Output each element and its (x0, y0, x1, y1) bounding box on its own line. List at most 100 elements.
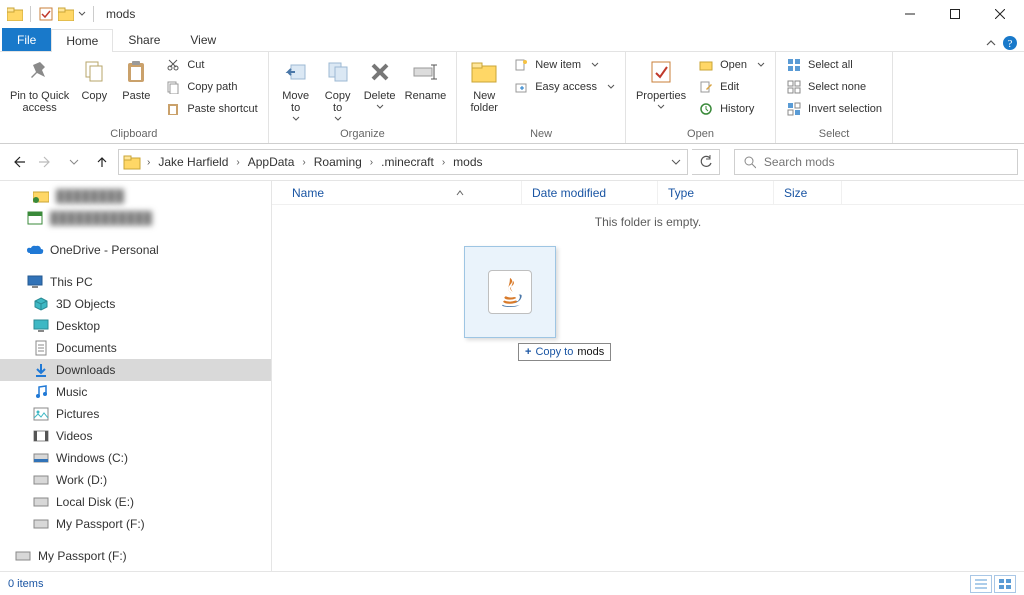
tree-item-onedrive[interactable]: OneDrive - Personal (0, 239, 271, 261)
chevron-right-icon[interactable]: › (438, 157, 449, 168)
tree-item[interactable]: ████████████ (0, 207, 271, 229)
details-view-toggle[interactable] (970, 575, 992, 593)
select-none-icon (786, 79, 802, 95)
copy-button[interactable]: Copy (73, 54, 115, 104)
address-bar[interactable]: › Jake Harfield › AppData › Roaming › .m… (118, 149, 688, 175)
new-folder-qat-icon[interactable] (57, 5, 75, 23)
select-none-button[interactable]: Select none (782, 76, 886, 98)
tree-item-drive-f2[interactable]: My Passport (F:) (0, 545, 271, 567)
recent-locations-button[interactable] (62, 150, 86, 174)
content-area[interactable]: Name Date modified Type Size This folder… (272, 181, 1024, 571)
col-header-size[interactable]: Size (774, 181, 842, 204)
tree-item-pictures[interactable]: Pictures (0, 403, 271, 425)
drive-icon (14, 547, 32, 565)
properties-qat-icon[interactable] (37, 5, 55, 23)
chevron-right-icon[interactable]: › (232, 157, 243, 168)
qat-dropdown-icon[interactable] (77, 5, 87, 23)
drive-icon (32, 471, 50, 489)
navigation-pane[interactable]: ████████ ████████████ OneDrive - Persona… (0, 181, 272, 571)
thumbnails-view-toggle[interactable] (994, 575, 1016, 593)
tab-view[interactable]: View (175, 28, 231, 51)
properties-icon (645, 56, 677, 88)
col-header-date[interactable]: Date modified (522, 181, 658, 204)
drag-file-tile (464, 246, 556, 338)
cut-button[interactable]: Cut (161, 54, 261, 76)
minimize-button[interactable] (887, 0, 932, 28)
chevron-right-icon[interactable]: › (143, 157, 154, 168)
back-button[interactable] (6, 150, 30, 174)
plus-icon: + (525, 346, 531, 358)
new-folder-button[interactable]: New folder (463, 54, 505, 116)
drag-preview: + Copy to mods (464, 246, 556, 338)
tree-item-downloads[interactable]: Downloads (0, 359, 271, 381)
copy-to-button[interactable]: Copy to (317, 54, 359, 124)
col-header-name[interactable]: Name (272, 181, 522, 204)
invert-selection-button[interactable]: Invert selection (782, 98, 886, 120)
up-button[interactable] (90, 150, 114, 174)
tab-share[interactable]: Share (113, 28, 175, 51)
delete-button[interactable]: Delete (359, 54, 401, 112)
tree-item-this-pc[interactable]: This PC (0, 271, 271, 293)
col-header-type[interactable]: Type (658, 181, 774, 204)
open-button[interactable]: Open (694, 54, 769, 76)
breadcrumb-seg[interactable]: Roaming (310, 150, 366, 174)
easy-access-button[interactable]: Easy access (509, 76, 619, 98)
edit-icon (698, 79, 714, 95)
invert-selection-icon (786, 101, 802, 117)
move-to-icon (280, 56, 312, 88)
tree-item-music[interactable]: Music (0, 381, 271, 403)
chevron-right-icon[interactable]: › (366, 157, 377, 168)
app-icon (26, 209, 44, 227)
search-input[interactable] (764, 155, 1009, 169)
music-icon (32, 383, 50, 401)
ribbon-collapse-icon[interactable] (986, 38, 996, 48)
properties-button[interactable]: Properties (632, 54, 690, 112)
quick-access-toolbar (2, 5, 98, 23)
tree-item-documents[interactable]: Documents (0, 337, 271, 359)
drive-icon (32, 515, 50, 533)
breadcrumb-seg[interactable]: AppData (244, 150, 299, 174)
search-box[interactable] (734, 149, 1018, 175)
folder-icon (6, 5, 24, 23)
chevron-right-icon[interactable]: › (298, 157, 309, 168)
paste-shortcut-button[interactable]: Paste shortcut (161, 98, 261, 120)
3d-objects-icon (32, 295, 50, 313)
tree-item-3d-objects[interactable]: 3D Objects (0, 293, 271, 315)
pictures-icon (32, 405, 50, 423)
maximize-button[interactable] (932, 0, 977, 28)
breadcrumb-seg[interactable]: Jake Harfield (154, 150, 232, 174)
breadcrumb-seg[interactable]: .minecraft (377, 150, 438, 174)
close-button[interactable] (977, 0, 1022, 28)
edit-button[interactable]: Edit (694, 76, 769, 98)
tree-item-drive-d[interactable]: Work (D:) (0, 469, 271, 491)
tab-home[interactable]: Home (51, 29, 113, 52)
pin-to-quick-access-button[interactable]: Pin to Quick access (6, 54, 73, 116)
tree-item-videos[interactable]: Videos (0, 425, 271, 447)
paste-shortcut-icon (165, 101, 181, 117)
downloads-icon (32, 361, 50, 379)
help-icon[interactable]: ? (1002, 35, 1018, 51)
tree-item-desktop[interactable]: Desktop (0, 315, 271, 337)
tab-file[interactable]: File (2, 28, 51, 51)
ribbon-tabs: File Home Share View ? (0, 28, 1024, 52)
breadcrumb-seg[interactable]: mods (449, 150, 486, 174)
move-to-button[interactable]: Move to (275, 54, 317, 124)
tree-item-drive-c[interactable]: Windows (C:) (0, 447, 271, 469)
delete-icon (364, 56, 396, 88)
history-button[interactable]: History (694, 98, 769, 120)
tree-item-drive-f1[interactable]: My Passport (F:) (0, 513, 271, 535)
select-all-icon (786, 57, 802, 73)
address-dropdown-icon[interactable] (667, 157, 685, 167)
group-label-open: Open (632, 128, 769, 142)
tree-item-drive-e[interactable]: Local Disk (E:) (0, 491, 271, 513)
refresh-button[interactable] (692, 149, 720, 175)
forward-button[interactable] (34, 150, 58, 174)
select-all-button[interactable]: Select all (782, 54, 886, 76)
tree-item[interactable]: ████████ (0, 185, 271, 207)
new-item-button[interactable]: New item (509, 54, 619, 76)
window-controls (887, 0, 1022, 28)
rename-button[interactable]: Rename (401, 54, 451, 104)
paste-button[interactable]: Paste (115, 54, 157, 104)
copy-path-button[interactable]: Copy path (161, 76, 261, 98)
new-folder-icon (468, 56, 500, 88)
